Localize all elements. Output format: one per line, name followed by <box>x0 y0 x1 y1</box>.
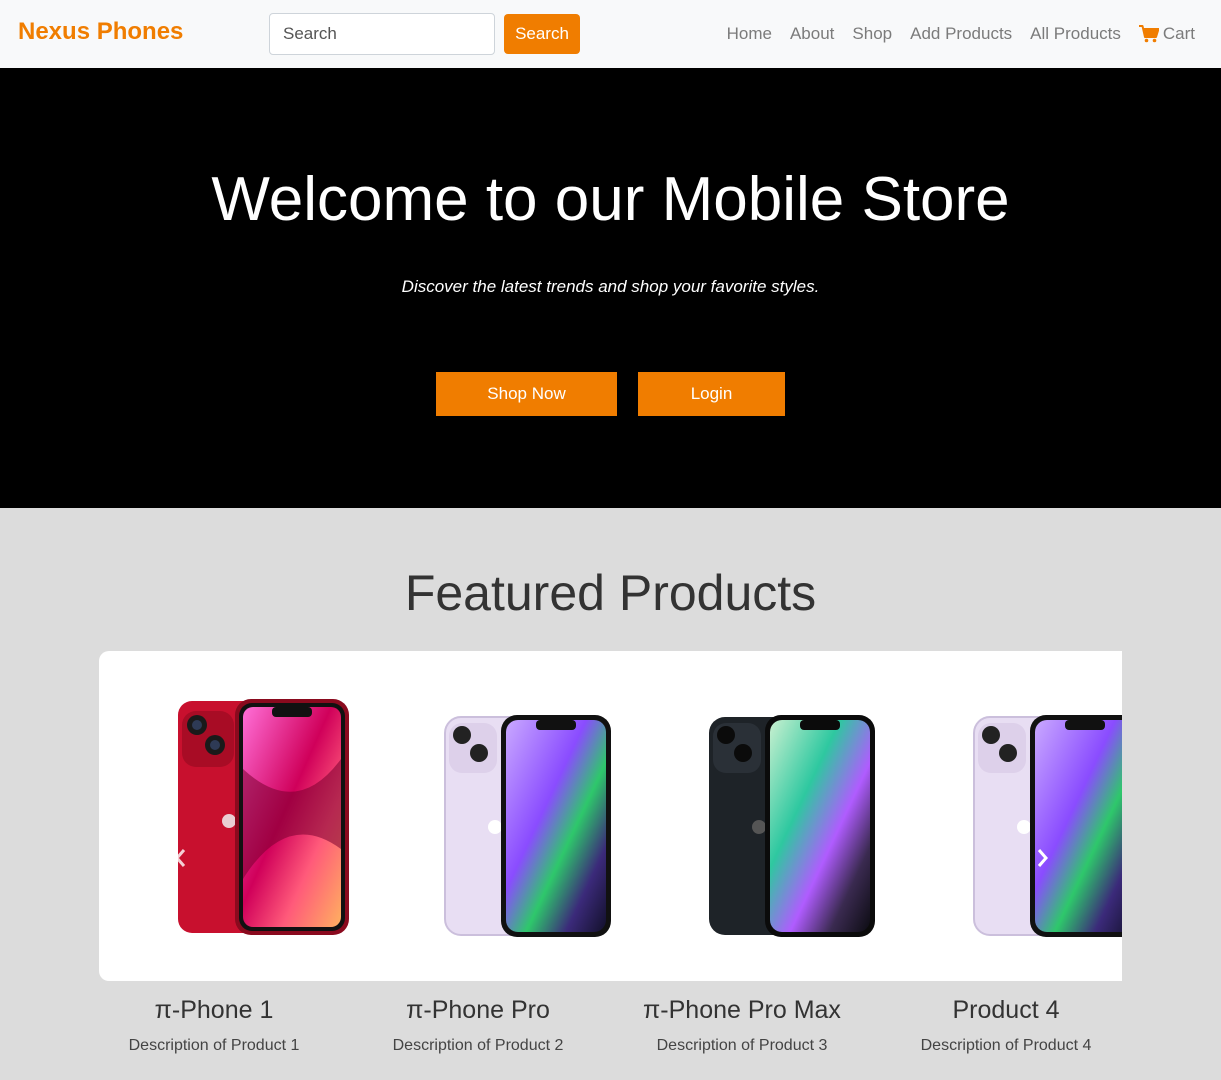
product-image-1[interactable] <box>177 699 353 937</box>
product-card-3[interactable]: π-Phone Pro Max Description of Product 3 <box>622 996 862 1055</box>
product-description: Description of Product 2 <box>392 1037 564 1054</box>
brand-logo[interactable]: Nexus Phones <box>18 18 183 46</box>
navbar: Nexus Phones Search Home About Shop Add … <box>0 0 1221 68</box>
nav-all-products[interactable]: All Products <box>1030 24 1121 44</box>
product-description: Description of Product 1 <box>128 1037 300 1054</box>
product-name: π-Phone Pro Max <box>643 996 841 1024</box>
product-name: π-Phone 1 <box>154 996 274 1024</box>
shop-now-button[interactable]: Shop Now <box>436 372 617 416</box>
hero-subtitle: Discover the latest trends and shop your… <box>401 277 820 296</box>
hero-title: Welcome to our Mobile Store <box>211 165 1010 234</box>
carousel-prev-icon[interactable] <box>173 847 187 869</box>
cart-icon <box>1138 25 1159 43</box>
featured-title: Featured Products <box>404 565 817 621</box>
search-button[interactable]: Search <box>504 14 580 54</box>
product-image-3[interactable] <box>707 715 877 937</box>
product-description: Description of Product 3 <box>656 1037 828 1054</box>
product-image-4[interactable] <box>972 715 1122 937</box>
cart-label: Cart <box>1162 24 1195 43</box>
product-card-4[interactable]: Product 4 Description of Product 4 <box>886 996 1126 1055</box>
nav-shop[interactable]: Shop <box>852 24 892 44</box>
product-description: Description of Product 4 <box>920 1037 1092 1054</box>
nav-add-products[interactable]: Add Products <box>910 24 1012 44</box>
nav-about[interactable]: About <box>790 24 834 44</box>
product-card-2[interactable]: π-Phone Pro Description of Product 2 <box>358 996 598 1055</box>
product-carousel <box>99 651 1122 981</box>
product-card-1[interactable]: π-Phone 1 Description of Product 1 <box>94 996 334 1055</box>
hero-banner: Welcome to our Mobile Store Discover the… <box>0 68 1221 508</box>
search-input[interactable] <box>269 13 495 55</box>
product-name: π-Phone Pro <box>406 996 550 1024</box>
product-name: Product 4 <box>952 996 1060 1024</box>
login-button[interactable]: Login <box>638 372 785 416</box>
carousel-next-icon[interactable] <box>1036 847 1050 869</box>
product-image-2[interactable] <box>443 715 613 937</box>
nav-home[interactable]: Home <box>727 24 772 44</box>
nav-cart[interactable]: Cart <box>1138 24 1195 44</box>
nav-links: Home About Shop Add Products All Product… <box>727 0 1195 68</box>
